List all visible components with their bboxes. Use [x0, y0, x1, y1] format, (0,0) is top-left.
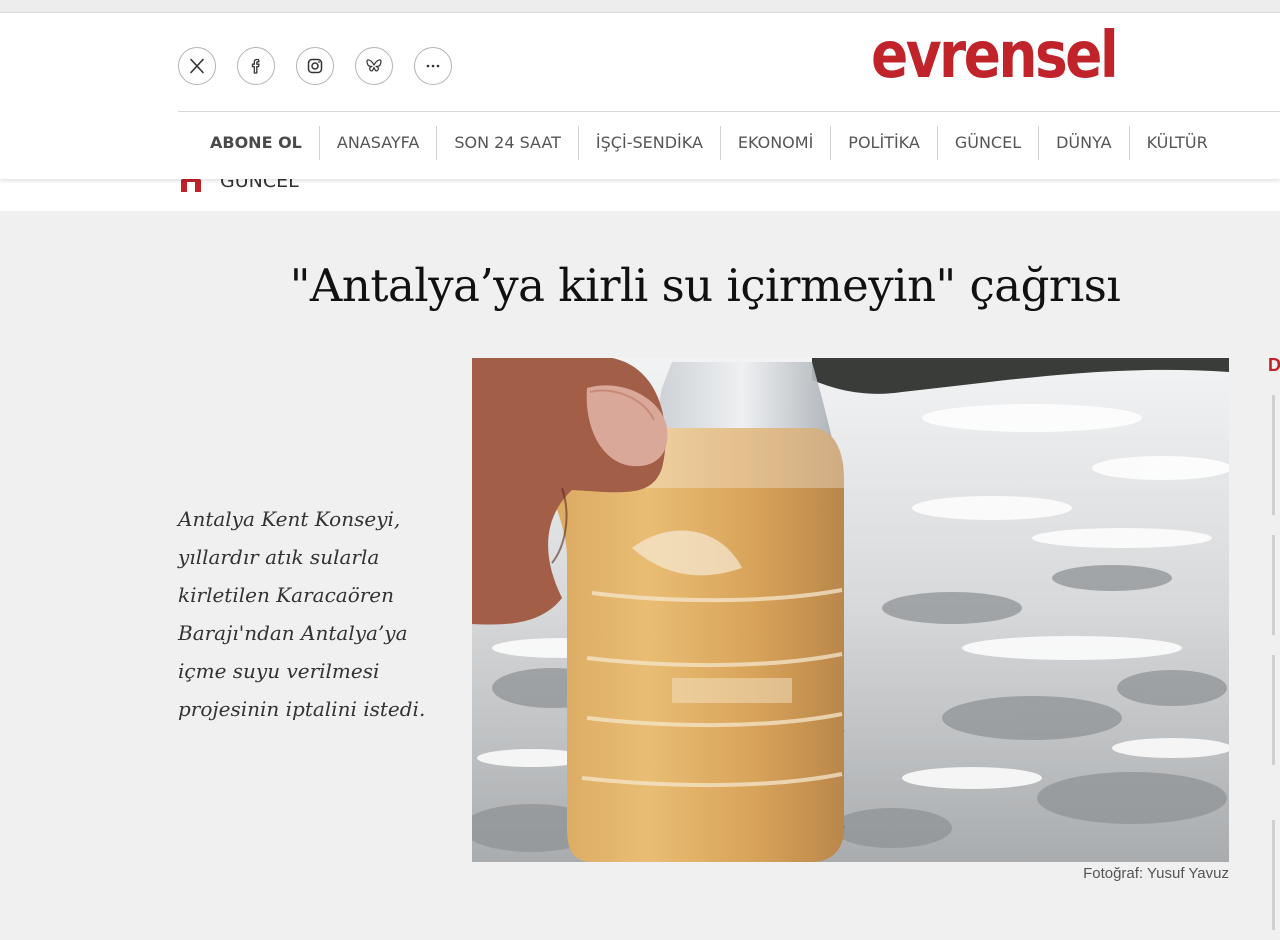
nav-item-politika[interactable]: POLİTİKA	[830, 126, 937, 160]
nav-item-ekonomi[interactable]: EKONOMİ	[719, 126, 830, 160]
sidebar-edge	[1272, 395, 1275, 515]
sidebar-edge	[1272, 820, 1275, 930]
sidebar-peek-mark: D	[1268, 355, 1280, 375]
x-icon	[190, 58, 204, 74]
article-title: "Antalya’ya kirli su içirmeyin" çağrısı	[289, 259, 1121, 312]
sidebar-edge	[1272, 535, 1275, 635]
more-share-button[interactable]	[414, 47, 452, 85]
nav-item-isci-sendika[interactable]: İŞÇİ-SENDİKA	[577, 126, 720, 160]
bluesky-share-button[interactable]	[355, 47, 393, 85]
breadcrumb-bar: GÜNCEL	[0, 179, 1280, 211]
facebook-share-button[interactable]	[237, 47, 275, 85]
nav-item-dunya[interactable]: DÜNYA	[1038, 126, 1128, 160]
header-divider	[178, 111, 1280, 112]
bluesky-icon	[366, 59, 382, 72]
nav-item-anasayfa[interactable]: ANASAYFA	[318, 126, 436, 160]
breadcrumb-category-link[interactable]: GÜNCEL	[220, 179, 299, 192]
facebook-icon	[251, 58, 260, 74]
main-nav: ABONE OL ANASAYFA SON 24 SAAT İŞÇİ-SENDİ…	[193, 126, 1225, 160]
x-share-button[interactable]	[178, 47, 216, 85]
article-photo	[472, 358, 1229, 862]
browser-top-strip	[0, 0, 1280, 13]
nav-item-abone-ol[interactable]: ABONE OL	[193, 126, 319, 160]
instagram-icon	[307, 58, 323, 74]
home-icon[interactable]	[178, 179, 204, 194]
more-icon	[426, 64, 440, 68]
site-logo[interactable]: evrensel	[871, 15, 1119, 98]
nav-item-kultur[interactable]: KÜLTÜR	[1128, 126, 1225, 160]
photo-credit: Fotoğraf: Yusuf Yavuz	[1083, 865, 1229, 882]
nav-item-son-24-saat[interactable]: SON 24 SAAT	[436, 126, 578, 160]
article-summary: Antalya Kent Konseyi, yıllardır atık sul…	[178, 507, 426, 721]
sidebar-edge	[1272, 655, 1275, 765]
site-header: evrensel ABONE OL ANASAYFA SON 24 SAAT İ…	[0, 13, 1280, 179]
breadcrumb: GÜNCEL	[178, 179, 299, 194]
instagram-share-button[interactable]	[296, 47, 334, 85]
social-links	[178, 47, 452, 85]
nav-item-guncel[interactable]: GÜNCEL	[936, 126, 1038, 160]
